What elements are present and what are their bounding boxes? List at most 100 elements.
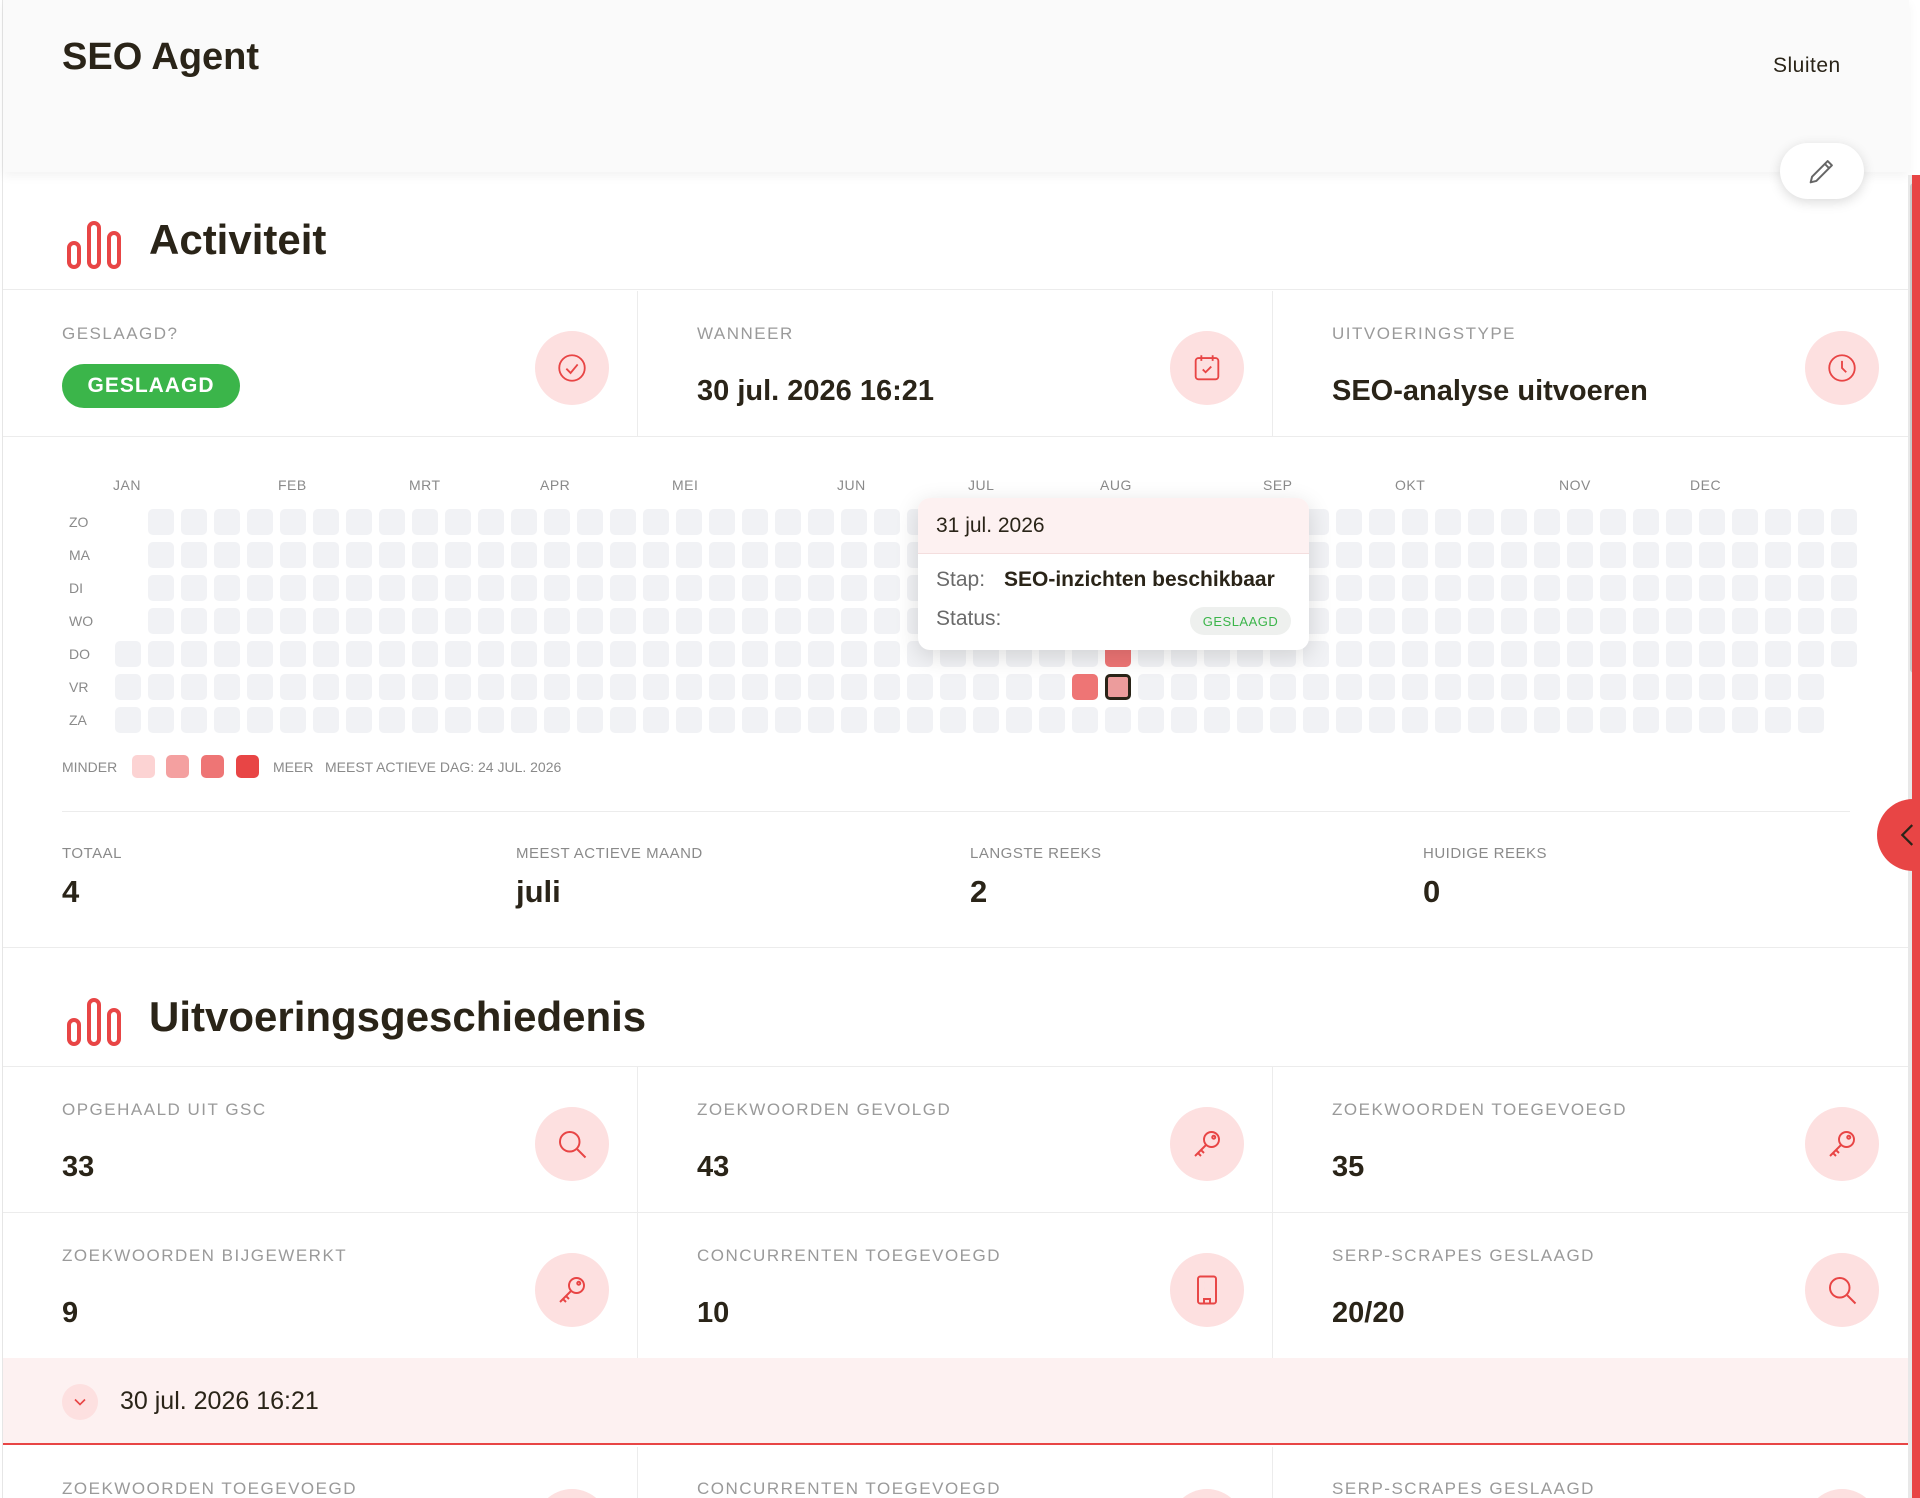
- heatmap-day-cell[interactable]: [511, 707, 537, 733]
- heatmap-day-cell[interactable]: [841, 509, 867, 535]
- heatmap-day-cell[interactable]: [1600, 608, 1626, 634]
- heatmap-day-cell[interactable]: [1699, 542, 1725, 568]
- heatmap-day-cell[interactable]: [313, 509, 339, 535]
- heatmap-day-cell[interactable]: [1468, 575, 1494, 601]
- heatmap-day-cell[interactable]: [280, 608, 306, 634]
- heatmap-day-cell[interactable]: [1435, 641, 1461, 667]
- heatmap-day-cell[interactable]: [1765, 707, 1791, 733]
- heatmap-day-cell[interactable]: [742, 608, 768, 634]
- heatmap-day-cell[interactable]: [577, 608, 603, 634]
- heatmap-day-cell[interactable]: [1534, 608, 1560, 634]
- heatmap-day-cell[interactable]: [577, 542, 603, 568]
- heatmap-day-cell[interactable]: [577, 575, 603, 601]
- heatmap-day-cell[interactable]: [676, 608, 702, 634]
- heatmap-day-cell[interactable]: [973, 674, 999, 700]
- heatmap-day-cell[interactable]: [544, 674, 570, 700]
- heatmap-day-cell[interactable]: [379, 674, 405, 700]
- heatmap-day-cell[interactable]: [214, 707, 240, 733]
- heatmap-day-cell[interactable]: [412, 542, 438, 568]
- heatmap-day-cell[interactable]: [115, 707, 141, 733]
- heatmap-day-cell[interactable]: [1468, 509, 1494, 535]
- heatmap-day-cell[interactable]: [1402, 542, 1428, 568]
- heatmap-day-cell[interactable]: [610, 608, 636, 634]
- heatmap-day-cell[interactable]: [643, 674, 669, 700]
- heatmap-day-cell[interactable]: [1567, 575, 1593, 601]
- heatmap-day-cell[interactable]: [412, 707, 438, 733]
- heatmap-day-cell[interactable]: [1468, 674, 1494, 700]
- heatmap-day-cell[interactable]: [577, 509, 603, 535]
- heatmap-day-cell[interactable]: [1798, 707, 1824, 733]
- heatmap-day-cell[interactable]: [973, 707, 999, 733]
- heatmap-day-cell[interactable]: [1666, 542, 1692, 568]
- heatmap-day-cell[interactable]: [1501, 575, 1527, 601]
- heatmap-day-cell[interactable]: [1765, 674, 1791, 700]
- heatmap-day-cell[interactable]: [478, 641, 504, 667]
- heatmap-day-cell[interactable]: [1468, 641, 1494, 667]
- heatmap-day-cell[interactable]: [808, 575, 834, 601]
- heatmap-day-cell[interactable]: [1039, 674, 1065, 700]
- heatmap-day-cell[interactable]: [709, 542, 735, 568]
- heatmap-day-cell[interactable]: [1468, 608, 1494, 634]
- heatmap-day-cell[interactable]: [412, 575, 438, 601]
- heatmap-day-cell[interactable]: [742, 542, 768, 568]
- heatmap-day-cell[interactable]: [1699, 674, 1725, 700]
- heatmap-day-cell[interactable]: [841, 641, 867, 667]
- heatmap-day-cell[interactable]: [1435, 608, 1461, 634]
- heatmap-day-cell[interactable]: [1798, 575, 1824, 601]
- heatmap-day-cell[interactable]: [379, 608, 405, 634]
- heatmap-day-cell[interactable]: [412, 509, 438, 535]
- heatmap-day-cell[interactable]: [1567, 674, 1593, 700]
- heatmap-day-cell[interactable]: [1567, 608, 1593, 634]
- heatmap-day-cell[interactable]: [214, 608, 240, 634]
- heatmap-day-cell[interactable]: [1006, 707, 1032, 733]
- heatmap-day-cell[interactable]: [445, 641, 471, 667]
- heatmap-day-cell[interactable]: [1666, 608, 1692, 634]
- heatmap-day-cell[interactable]: [1171, 707, 1197, 733]
- heatmap-day-cell[interactable]: [1171, 674, 1197, 700]
- heatmap-day-cell[interactable]: [676, 575, 702, 601]
- heatmap-day-cell[interactable]: [808, 674, 834, 700]
- heatmap-day-cell[interactable]: [148, 509, 174, 535]
- heatmap-day-cell[interactable]: [1534, 509, 1560, 535]
- heatmap-day-cell[interactable]: [346, 707, 372, 733]
- heatmap-day-cell[interactable]: [181, 707, 207, 733]
- heatmap-day-cell[interactable]: [1633, 509, 1659, 535]
- heatmap-day-cell[interactable]: [1501, 542, 1527, 568]
- heatmap-day-cell[interactable]: [742, 509, 768, 535]
- heatmap-day-cell[interactable]: [1534, 542, 1560, 568]
- heatmap-day-cell[interactable]: [1501, 509, 1527, 535]
- heatmap-day-cell[interactable]: [247, 674, 273, 700]
- heatmap-day-cell[interactable]: [1336, 641, 1362, 667]
- heatmap-day-cell[interactable]: [841, 575, 867, 601]
- heatmap-day-cell[interactable]: [742, 674, 768, 700]
- heatmap-day-cell[interactable]: [181, 575, 207, 601]
- heatmap-day-cell[interactable]: [214, 542, 240, 568]
- heatmap-day-cell[interactable]: [1831, 542, 1857, 568]
- heatmap-day-cell[interactable]: [1567, 542, 1593, 568]
- heatmap-day-cell[interactable]: [577, 641, 603, 667]
- heatmap-day-cell[interactable]: [1765, 641, 1791, 667]
- heatmap-day-cell[interactable]: [1699, 707, 1725, 733]
- heatmap-day-cell[interactable]: [1666, 509, 1692, 535]
- heatmap-day-cell[interactable]: [775, 707, 801, 733]
- heatmap-day-cell[interactable]: [1402, 608, 1428, 634]
- heatmap-day-cell[interactable]: [1006, 674, 1032, 700]
- heatmap-day-cell[interactable]: [841, 707, 867, 733]
- heatmap-day-cell[interactable]: [1600, 509, 1626, 535]
- heatmap-day-cell[interactable]: [1402, 641, 1428, 667]
- heatmap-day-cell[interactable]: [478, 575, 504, 601]
- heatmap-day-cell[interactable]: [478, 707, 504, 733]
- heatmap-day-cell[interactable]: [1732, 674, 1758, 700]
- heatmap-day-cell[interactable]: [1369, 641, 1395, 667]
- heatmap-day-cell[interactable]: [643, 542, 669, 568]
- heatmap-day-cell[interactable]: [544, 641, 570, 667]
- heatmap-day-cell[interactable]: [643, 707, 669, 733]
- heatmap-day-cell[interactable]: [1765, 608, 1791, 634]
- heatmap-day-cell[interactable]: [1270, 674, 1296, 700]
- heatmap-day-cell[interactable]: [1666, 641, 1692, 667]
- heatmap-day-cell[interactable]: [610, 509, 636, 535]
- heatmap-day-cell[interactable]: [214, 641, 240, 667]
- heatmap-day-cell[interactable]: [1369, 509, 1395, 535]
- heatmap-day-cell[interactable]: [1534, 641, 1560, 667]
- heatmap-day-cell[interactable]: [1369, 707, 1395, 733]
